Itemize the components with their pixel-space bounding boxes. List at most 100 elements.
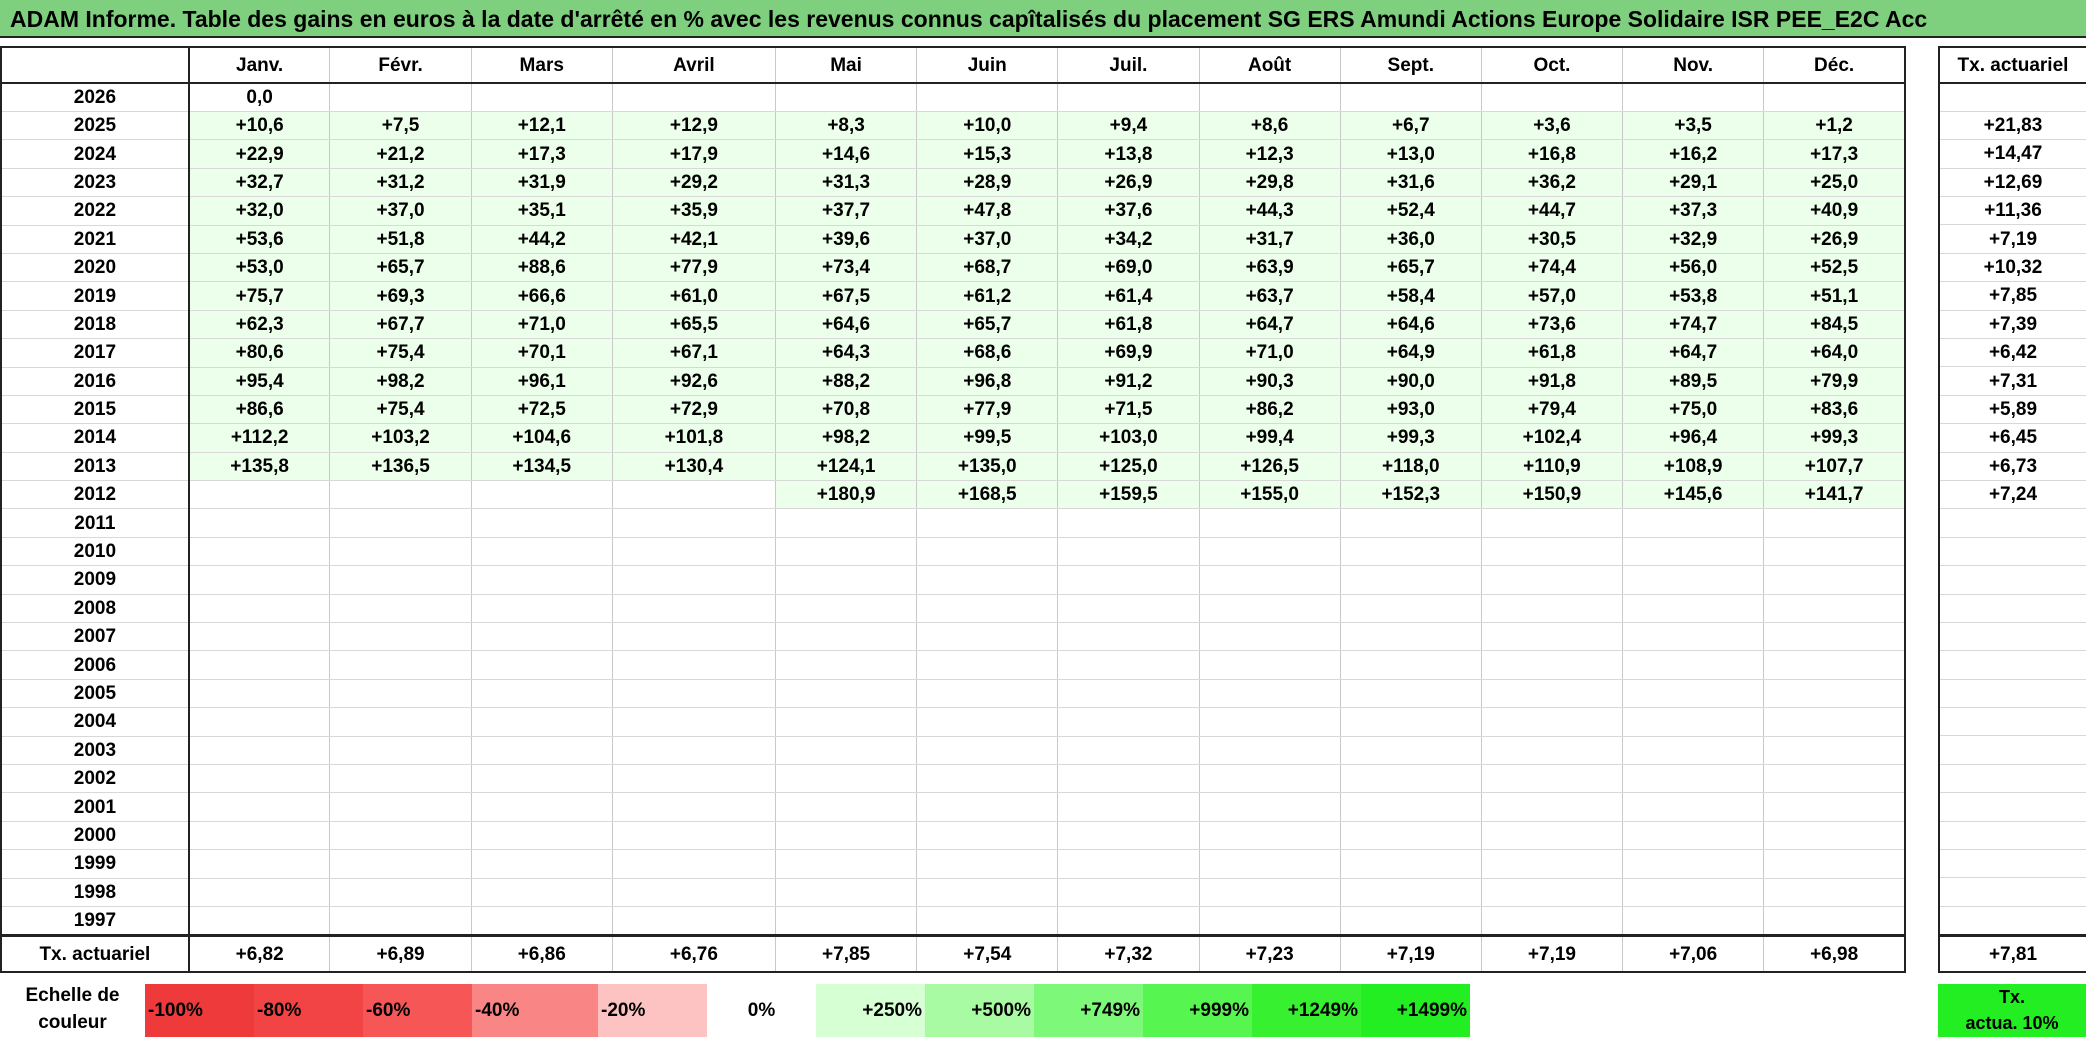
- gain-cell: +67,7: [329, 310, 472, 340]
- color-scale-legend: Echelle de couleur Tx. actua. 10% -100% -…: [0, 980, 2086, 1037]
- gain-cell: [329, 83, 472, 112]
- gain-cell: +99,5: [916, 423, 1059, 453]
- gain-cell: [1057, 906, 1200, 936]
- gain-cell: +69,3: [329, 281, 472, 311]
- gain-cell: [611, 849, 777, 879]
- gain-cell: [916, 537, 1059, 567]
- gain-cell: [1198, 508, 1341, 538]
- gain-cell: [774, 849, 918, 879]
- gain-cell: [916, 679, 1059, 709]
- gain-cell: +126,5: [1198, 452, 1341, 482]
- gain-cell: [1622, 83, 1765, 112]
- gain-cell: [611, 650, 777, 680]
- gain-cell: +73,4: [774, 253, 918, 283]
- gain-cell: +47,8: [916, 196, 1059, 226]
- gain-cell: [1057, 650, 1200, 680]
- table-row: 2022 +32,0 +37,0 +35,1 +35,9 +37,7 +47,8 +37,6 +…: [0, 196, 1906, 226]
- gain-cell: [916, 565, 1059, 595]
- gain-cell: [1057, 736, 1200, 765]
- month-header: Déc.: [1763, 47, 1906, 84]
- gain-cell: +61,2: [916, 281, 1059, 311]
- gain-cell: [1198, 650, 1341, 680]
- month-header: Sept.: [1339, 47, 1482, 84]
- gain-cell: +98,2: [774, 423, 918, 453]
- gain-cell: +150,9: [1480, 480, 1624, 510]
- table-row: 2019 +75,7 +69,3 +66,6 +61,0 +67,5 +61,2 +61,4 +…: [0, 281, 1906, 311]
- table-row: +7,39: [1939, 310, 2086, 340]
- gain-cell: +95,4: [188, 367, 331, 396]
- year-cell: 1998: [0, 878, 190, 907]
- gain-cell: +62,3: [188, 310, 331, 340]
- gain-cell: +51,1: [1763, 281, 1906, 311]
- gain-cell: +107,7: [1763, 452, 1906, 482]
- gain-cell: [611, 508, 777, 538]
- gain-cell: +37,0: [916, 225, 1059, 254]
- gain-cell: +31,2: [329, 168, 472, 198]
- gain-cell: [1480, 849, 1624, 879]
- gain-cell: [1480, 594, 1624, 624]
- gain-cell: [1763, 508, 1906, 538]
- gain-cell: +31,7: [1198, 225, 1341, 254]
- gain-cell: +12,3: [1198, 139, 1341, 169]
- year-cell: 2021: [0, 225, 190, 254]
- gain-cell: [1480, 792, 1624, 822]
- gain-cell: [1339, 537, 1482, 567]
- gain-cell: +135,8: [188, 452, 331, 482]
- gain-cell: +53,6: [188, 225, 331, 254]
- gain-cell: [1763, 849, 1906, 879]
- gain-cell: [1198, 821, 1341, 851]
- gain-cell: +44,2: [470, 225, 613, 254]
- gain-cell: +112,2: [188, 423, 331, 453]
- gain-cell: 0,0: [188, 83, 331, 112]
- year-cell: 2022: [0, 196, 190, 226]
- gain-cell: +28,9: [916, 168, 1059, 198]
- gain-cell: [1339, 764, 1482, 794]
- gain-cell: +13,0: [1339, 139, 1482, 169]
- gain-cell: [611, 906, 777, 936]
- gain-cell: +35,9: [611, 196, 777, 226]
- gain-cell: [916, 650, 1059, 680]
- gain-cell: +74,4: [1480, 253, 1624, 283]
- gain-cell: [916, 792, 1059, 822]
- table-row: [1939, 764, 2086, 794]
- gain-cell: [916, 594, 1059, 624]
- gain-cell: [916, 878, 1059, 907]
- gain-cell: +64,7: [1198, 310, 1341, 340]
- gain-cell: [329, 906, 472, 936]
- actuarial-cell: +7,24: [1939, 480, 2086, 510]
- table-row: [1939, 792, 2086, 822]
- year-cell: 2003: [0, 736, 190, 765]
- gain-cell: +104,6: [470, 423, 613, 453]
- gain-cell: +118,0: [1339, 452, 1482, 482]
- gain-cell: +63,7: [1198, 281, 1341, 311]
- gain-cell: +91,8: [1480, 367, 1624, 396]
- gain-cell: [1622, 622, 1765, 652]
- gain-cell: [1763, 736, 1906, 765]
- actuarial-cell: [1939, 735, 2086, 765]
- gain-cell: [1198, 878, 1341, 907]
- gain-cell: +32,9: [1622, 225, 1765, 254]
- actuarial-cell: [1939, 594, 2086, 623]
- table-row: 2020 +53,0 +65,7 +88,6 +77,9 +73,4 +68,7 +69,0 +…: [0, 253, 1906, 283]
- table-row: [1939, 906, 2086, 936]
- summary-cell: +6,89: [329, 936, 472, 973]
- gain-cell: +70,1: [470, 338, 613, 368]
- gain-cell: +96,4: [1622, 423, 1765, 453]
- table-row: [1939, 679, 2086, 709]
- gain-cell: +3,5: [1622, 111, 1765, 141]
- actuarial-cell: +6,45: [1939, 423, 2086, 453]
- gain-cell: [1057, 878, 1200, 907]
- gain-cell: [1198, 565, 1341, 595]
- year-cell: 2007: [0, 622, 190, 652]
- table-row: 2013 +135,8 +136,5 +134,5 +130,4 +124,1 +135,0…: [0, 452, 1906, 482]
- gain-cell: [1057, 764, 1200, 794]
- table-row: [1939, 622, 2086, 652]
- gain-cell: [1480, 83, 1624, 112]
- gain-cell: +71,5: [1057, 395, 1200, 425]
- actuarial-cell: [1939, 764, 2086, 794]
- gain-cell: [329, 849, 472, 879]
- gain-cell: [916, 736, 1059, 765]
- gain-cell: [1057, 849, 1200, 879]
- gain-cell: +16,2: [1622, 139, 1765, 169]
- table-row: 2021 +53,6 +51,8 +44,2 +42,1 +39,6 +37,0 +34,2 +…: [0, 225, 1906, 254]
